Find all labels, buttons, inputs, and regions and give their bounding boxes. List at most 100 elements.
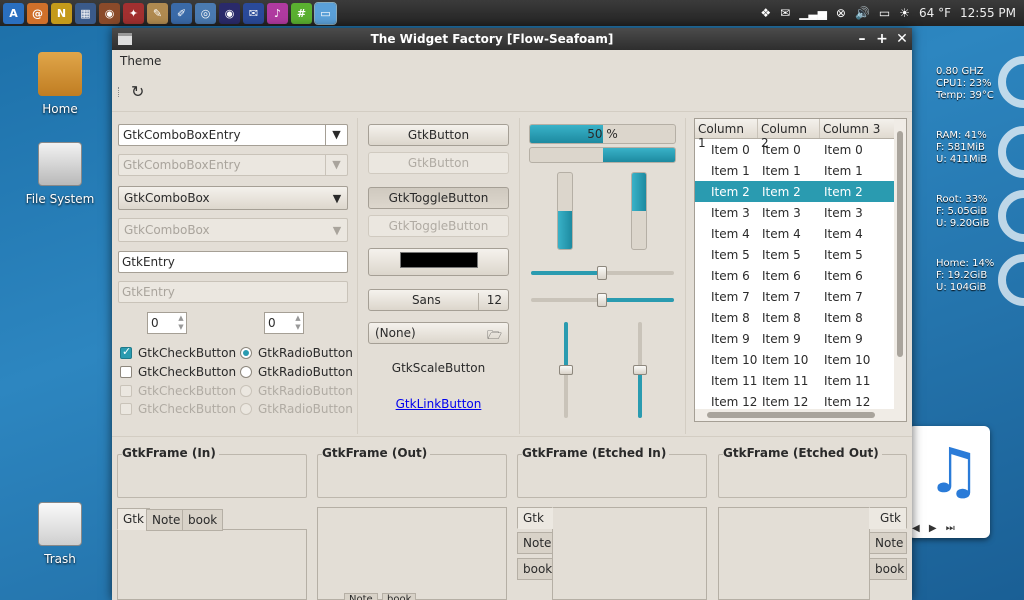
table-row[interactable]: Item 7 Item 7 Item 7	[695, 286, 906, 307]
weather-temp[interactable]: 64 °F	[919, 6, 951, 20]
radio-selected[interactable]	[240, 347, 252, 359]
slider-handle[interactable]	[559, 365, 573, 375]
table-row[interactable]: Item 0 Item 0 Item 0	[695, 139, 906, 160]
table-cell: Item 5	[824, 247, 863, 262]
chevron-down-icon[interactable]: ▼	[325, 125, 347, 145]
volume-icon[interactable]: 🔊	[855, 6, 870, 20]
column-header[interactable]: Column 1	[695, 119, 758, 150]
spin-arrows-icon[interactable]: ▲ ▼	[293, 313, 303, 333]
table-row[interactable]: Item 9 Item 9 Item 9	[695, 328, 906, 349]
desktop-icon-trash[interactable]: Trash	[10, 502, 110, 566]
drawing-icon[interactable]: ✐	[171, 2, 192, 24]
chat-status-icon[interactable]: ⊗	[836, 6, 846, 20]
notes-app-icon[interactable]: N	[51, 2, 72, 24]
weather-icon[interactable]: ☀	[899, 6, 910, 20]
maximize-icon[interactable]: +	[872, 31, 892, 47]
vertical-scale-1[interactable]	[559, 322, 573, 418]
eye-app-icon[interactable]: ◉	[219, 2, 240, 24]
dropbox-icon[interactable]: ❖	[760, 6, 771, 20]
media-controls-icon[interactable]: ◀ ▶ ⏭	[912, 523, 958, 534]
slider-handle[interactable]	[633, 365, 647, 375]
horizontal-scale-2[interactable]	[531, 293, 674, 307]
tab-book[interactable]: book	[182, 509, 224, 531]
window-icon[interactable]	[118, 33, 132, 45]
vertical-scale-2[interactable]	[633, 322, 647, 418]
slider-handle[interactable]	[597, 293, 607, 307]
spin-button-1[interactable]: 0 ▲ ▼	[147, 312, 187, 334]
combo-box-entry-text[interactable]: GtkComboBoxEntry	[119, 125, 325, 145]
table-row[interactable]: Item 5 Item 5 Item 5	[695, 244, 906, 265]
tab-gtk-right[interactable]: Gtk	[869, 507, 907, 529]
spiral-app-icon[interactable]: ◎	[195, 2, 216, 24]
media-player-icon[interactable]: ◉	[99, 2, 120, 24]
combo-box[interactable]: GtkComboBox ▼	[118, 186, 348, 210]
desktop-icon-home[interactable]: Home	[10, 52, 110, 116]
monitor-app-icon[interactable]: ▦	[75, 2, 96, 24]
battery-icon[interactable]: ▭	[879, 6, 890, 20]
music-app-icon[interactable]: ♪	[267, 2, 288, 24]
signal-icon[interactable]: ▁▃▅	[799, 6, 827, 20]
tab-note-bottom[interactable]: Note	[344, 593, 378, 600]
gtk-button[interactable]: GtkButton	[368, 124, 509, 146]
column-header[interactable]: Column 2	[758, 119, 820, 150]
scale-button[interactable]: GtkScaleButton	[368, 361, 509, 375]
table-row[interactable]: Item 8 Item 8 Item 8	[695, 307, 906, 328]
horizontal-scale-1[interactable]	[531, 266, 674, 280]
slider-handle[interactable]	[597, 266, 607, 280]
music-widget[interactable]: ♫ ◀ ▶ ⏭	[908, 426, 990, 538]
table-row[interactable]: Item 4 Item 4 Item 4	[695, 223, 906, 244]
radio[interactable]	[240, 366, 252, 378]
tab-note-left[interactable]: Note	[517, 532, 553, 554]
table-row[interactable]: Item 6 Item 6 Item 6	[695, 265, 906, 286]
vertical-scrollbar[interactable]	[894, 119, 906, 421]
check-button-1[interactable]: GtkCheckButton	[120, 344, 236, 362]
color-button[interactable]	[368, 248, 509, 276]
toggle-button[interactable]: GtkToggleButton	[368, 187, 509, 209]
tab-gtk[interactable]: Gtk	[117, 508, 150, 530]
tree-view[interactable]: Column 1 Column 2 Column 3 Item 0 Item 0I…	[694, 118, 907, 422]
mail-icon[interactable]: ✉	[780, 6, 790, 20]
text-editor-icon[interactable]: ✎	[147, 2, 168, 24]
entry-field[interactable]: GtkEntry	[118, 251, 348, 273]
terminal-icon[interactable]: #	[291, 2, 312, 24]
table-row[interactable]: Item 11 Item 11 Item 11	[695, 370, 906, 391]
scrollbar-thumb[interactable]	[707, 412, 875, 418]
tab-gtk-left[interactable]: Gtk	[517, 507, 553, 529]
file-chooser-button[interactable]: (None) 🗁	[368, 322, 509, 344]
horizontal-scrollbar[interactable]	[695, 409, 894, 421]
chat-icon[interactable]: ✉	[243, 2, 264, 24]
font-button[interactable]: Sans 12	[368, 289, 509, 311]
tools-icon[interactable]: ✦	[123, 2, 144, 24]
combo-box-entry[interactable]: GtkComboBoxEntry ▼	[118, 124, 348, 146]
clock[interactable]: 12:55 PM	[960, 6, 1016, 20]
spin-arrows-icon[interactable]: ▲ ▼	[176, 313, 186, 333]
toolbar-grip[interactable]	[118, 86, 121, 97]
tab-note[interactable]: Note	[146, 509, 187, 531]
refresh-icon[interactable]: ↻	[131, 82, 144, 101]
tab-book-left[interactable]: book	[517, 558, 553, 580]
tab-book-right[interactable]: book	[869, 558, 907, 580]
browser-icon[interactable]: @	[27, 2, 48, 24]
link-button[interactable]: GtkLinkButton	[368, 397, 509, 411]
table-row[interactable]: Item 2 Item 2 Item 2	[695, 181, 906, 202]
app-launcher-icon[interactable]: A	[3, 2, 24, 24]
radio-button-2[interactable]: GtkRadioButton	[240, 363, 353, 381]
table-row[interactable]: Item 10 Item 10 Item 10	[695, 349, 906, 370]
checkbox-checked[interactable]	[120, 345, 132, 359]
menu-theme[interactable]: Theme	[120, 54, 161, 68]
column-header[interactable]: Column 3	[820, 119, 896, 138]
tab-book-bottom[interactable]: book	[382, 593, 417, 600]
check-button-2[interactable]: GtkCheckButton	[120, 363, 236, 381]
checkbox[interactable]	[120, 366, 132, 378]
table-row[interactable]: Item 1 Item 1 Item 1	[695, 160, 906, 181]
radio-button-1[interactable]: GtkRadioButton	[240, 344, 353, 362]
close-icon[interactable]: ✕	[892, 31, 912, 47]
minimize-icon[interactable]: –	[852, 31, 872, 47]
window-list-icon[interactable]: ▭	[314, 1, 337, 25]
tab-note-right[interactable]: Note	[869, 532, 907, 554]
scrollbar-thumb[interactable]	[897, 131, 903, 357]
title-bar[interactable]: The Widget Factory [Flow-Seafoam] – + ✕	[112, 28, 912, 50]
table-row[interactable]: Item 3 Item 3 Item 3	[695, 202, 906, 223]
desktop-icon-file-system[interactable]: File System	[10, 142, 110, 206]
spin-button-2[interactable]: 0 ▲ ▼	[264, 312, 304, 334]
